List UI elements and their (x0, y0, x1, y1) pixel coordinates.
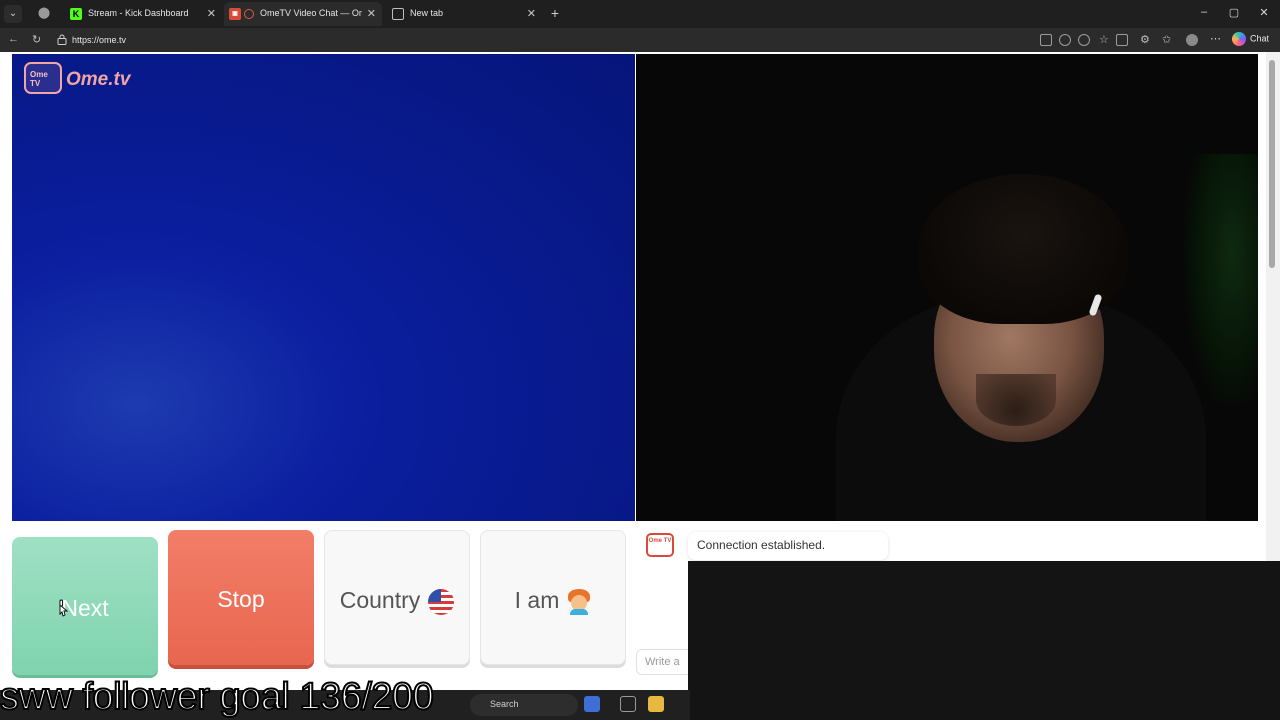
boy-avatar-icon (567, 588, 591, 615)
chat-input-placeholder: Write a (645, 656, 680, 668)
background-plant (1184, 154, 1258, 404)
address-toolbar: ← ↻ https://ome.tv ☆ ⚙ ✩ ⋯ Chat (0, 28, 1280, 52)
us-flag-icon (428, 588, 455, 615)
stream-overlay-panel (688, 561, 1280, 720)
chat-ometv-logo-icon: Ome TV (646, 533, 674, 557)
scrollbar-thumb[interactable] (1269, 60, 1275, 268)
reload-icon[interactable]: ↻ (32, 33, 41, 46)
zoom-icon[interactable] (1059, 34, 1071, 46)
back-arrow-icon[interactable]: ← (8, 33, 19, 45)
copilot-chat-button[interactable]: Chat (1232, 32, 1269, 48)
extensions-icon[interactable]: ⚙ (1140, 34, 1152, 46)
tab-ometv[interactable]: ▣ OmeTV Video Chat — Omeg ✕ (224, 2, 382, 26)
gender-button-label: I am (514, 587, 560, 613)
person-beard (976, 374, 1056, 426)
ometv-favicon-icon: ▣ (229, 8, 241, 20)
tab-kick-dashboard[interactable]: K Stream - Kick Dashboard ✕ (62, 2, 222, 26)
tab-title: Stream - Kick Dashboard (88, 8, 189, 18)
close-tab-icon[interactable]: ✕ (207, 7, 216, 20)
next-button-label: Next (61, 595, 109, 621)
system-message-text: Connection established. (697, 538, 826, 552)
close-tab-icon[interactable]: ✕ (527, 7, 536, 20)
window-close-icon[interactable]: ✕ (1256, 6, 1272, 19)
chat-message-input[interactable]: Write a (636, 649, 696, 675)
country-button[interactable]: Country (324, 530, 470, 665)
tv-logo-icon: Ome TV (24, 62, 62, 94)
copilot-chat-label: Chat (1250, 33, 1270, 44)
tab-actions-menu-icon[interactable]: ⌄ (4, 5, 22, 23)
more-options-icon[interactable]: ⋯ (1210, 34, 1222, 46)
address-bar[interactable]: https://ome.tv (50, 30, 1030, 50)
local-video-feed (12, 54, 635, 521)
apps-icon[interactable] (1040, 34, 1052, 46)
profile-avatar-icon[interactable] (1186, 34, 1198, 46)
stop-button-label: Stop (217, 586, 265, 612)
copilot-icon (1232, 32, 1246, 46)
recording-indicator-icon (244, 9, 254, 19)
gender-button[interactable]: I am (480, 530, 626, 665)
tab-title: OmeTV Video Chat — Omeg (260, 8, 362, 18)
next-button[interactable]: Next (12, 537, 158, 675)
follower-goal-overlay: sww follower goal 136/200 (0, 675, 435, 719)
split-screen-icon[interactable] (1116, 34, 1128, 46)
ometv-logo: Ome TV Ome.tv (24, 62, 138, 96)
kick-favicon-icon: K (70, 8, 82, 20)
site-info-icon[interactable] (57, 34, 67, 45)
system-message: Connection established. (688, 532, 888, 560)
favorite-star-icon[interactable]: ☆ (1099, 34, 1111, 46)
stop-button[interactable]: Stop (168, 530, 314, 665)
tracking-prevention-icon[interactable] (1078, 34, 1090, 46)
remote-video-feed (636, 54, 1258, 521)
minimize-icon[interactable]: – (1196, 6, 1212, 18)
country-button-label: Country (339, 587, 421, 613)
maximize-icon[interactable]: ▢ (1226, 6, 1242, 19)
pinned-tab-icon[interactable]: ⬤ (36, 6, 52, 22)
tab-new-tab[interactable]: New tab ✕ (384, 2, 542, 26)
close-tab-icon[interactable]: ✕ (367, 7, 376, 20)
tab-title: New tab (410, 8, 444, 18)
favorites-icon[interactable]: ✩ (1162, 34, 1174, 46)
new-tab-favicon-icon (392, 8, 404, 20)
new-tab-plus-icon[interactable]: + (546, 4, 564, 22)
mouse-pointer-icon (59, 599, 69, 617)
logo-wordmark: Ome.tv (66, 69, 131, 90)
url-text: https://ome.tv (72, 35, 127, 45)
tab-strip: ⌄ ⬤ K Stream - Kick Dashboard ✕ ▣ OmeTV … (0, 0, 1280, 28)
